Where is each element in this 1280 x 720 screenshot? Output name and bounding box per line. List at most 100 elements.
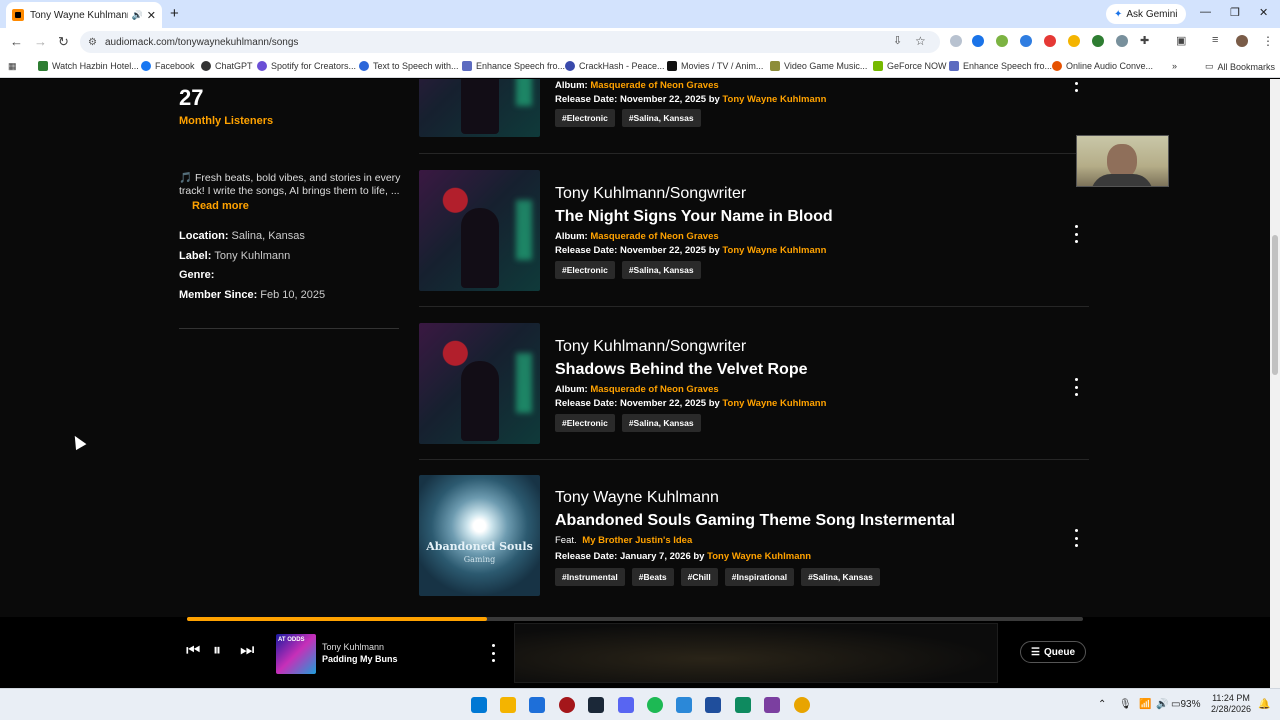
all-bookmarks-button[interactable]: ▭ All Bookmarks <box>1205 61 1275 72</box>
page-scrollbar[interactable] <box>1270 79 1280 688</box>
bookmark-item[interactable]: Video Game Music... <box>770 61 867 71</box>
address-bar[interactable]: ⚙ audiomack.com/tonywaynekuhlmann/songs <box>80 31 940 53</box>
playback-progress-bar[interactable] <box>187 617 1083 621</box>
bookmarks-overflow-icon[interactable]: » <box>1172 61 1177 71</box>
song-menu-icon[interactable] <box>1071 225 1081 243</box>
battery-indicator[interactable]: ▭93% <box>1171 699 1200 710</box>
back-icon[interactable]: ← <box>10 34 23 49</box>
feat-link[interactable]: My Brother Justin's Idea <box>582 535 692 546</box>
extension-shield-icon[interactable] <box>950 35 962 47</box>
now-playing-art[interactable]: AT ODDS <box>276 634 316 674</box>
bookmark-item[interactable]: Enhance Speech fro... <box>949 61 1052 71</box>
bookmark-item[interactable]: Movies / TV / Anim... <box>667 61 763 71</box>
install-app-icon[interactable]: ⇩ <box>893 34 902 47</box>
tag-chip[interactable]: #Electronic <box>555 109 615 127</box>
artist-link[interactable]: Tony Wayne Kuhlmann <box>722 94 826 105</box>
queue-button[interactable]: ☰ Queue <box>1020 641 1087 663</box>
extensions-puzzle-icon[interactable]: ✚ <box>1140 34 1149 47</box>
restore-icon[interactable]: ❐ <box>1230 6 1240 19</box>
scrollbar-thumb[interactable] <box>1272 235 1278 375</box>
microphone-icon[interactable]: 🎙 <box>1119 699 1132 710</box>
tag-chip[interactable]: #Salina, Kansas <box>621 109 701 127</box>
tab-audio-icon[interactable]: 🔊 <box>132 10 143 21</box>
bookmark-item[interactable]: CrackHash - Peace... <box>565 61 665 71</box>
app-red-icon[interactable] <box>559 697 575 713</box>
headphones-icon[interactable] <box>764 697 780 713</box>
previous-track-icon[interactable]: ⏮ <box>186 642 200 660</box>
bookmark-item[interactable]: Text to Speech with... <box>359 61 459 71</box>
album-link[interactable]: Masquerade of Neon Graves <box>590 384 718 395</box>
bookmark-item[interactable]: Facebook <box>141 61 195 71</box>
chrome-icon[interactable] <box>794 697 810 713</box>
song-title[interactable]: Abandoned Souls Gaming Theme Song Inster… <box>555 512 955 530</box>
bookmark-item[interactable]: Watch Hazbin Hotel... <box>38 61 139 71</box>
album-art[interactable] <box>419 323 540 444</box>
tag-chip[interactable]: #Chill <box>680 568 718 586</box>
close-window-icon[interactable]: ✕ <box>1259 6 1268 19</box>
pause-icon[interactable]: ⏸ <box>213 642 221 660</box>
album-art[interactable] <box>419 170 540 291</box>
browser-tab[interactable]: Tony Wayne Kuhlmann - Li 🔊 ✕ <box>6 2 162 28</box>
artist-link[interactable]: Tony Wayne Kuhlmann <box>722 245 826 256</box>
side-panel-icon[interactable]: ▣ <box>1176 34 1186 47</box>
artist-link[interactable]: Tony Wayne Kuhlmann <box>707 551 811 562</box>
song-artist[interactable]: Tony Wayne Kuhlmann <box>555 489 719 507</box>
tab-close-icon[interactable]: ✕ <box>147 9 156 22</box>
app-green-icon[interactable] <box>735 697 751 713</box>
tag-chip[interactable]: #Inspirational <box>724 568 795 586</box>
song-menu-icon[interactable] <box>1071 378 1081 396</box>
album-link[interactable]: Masquerade of Neon Graves <box>590 231 718 242</box>
steam-icon[interactable] <box>588 697 604 713</box>
song-artist[interactable]: Tony Kuhlmann/Songwriter <box>555 338 746 356</box>
extension-download-icon[interactable] <box>1092 35 1104 47</box>
extension-red-icon[interactable] <box>1044 35 1056 47</box>
tag-chip[interactable]: #Instrumental <box>555 568 625 586</box>
bookmark-item[interactable]: Spotify for Creators... <box>257 61 356 71</box>
site-info-icon[interactable]: ⚙ <box>88 37 97 48</box>
bookmark-star-icon[interactable]: ☆ <box>915 34 926 48</box>
song-title[interactable]: The Night Signs Your Name in Blood <box>555 208 833 226</box>
player-menu-icon[interactable] <box>488 644 498 662</box>
bookmark-item[interactable]: Online Audio Conve... <box>1052 61 1153 71</box>
extension-camera-icon[interactable] <box>1020 35 1032 47</box>
song-artist[interactable]: Tony Kuhlmann/Songwriter <box>555 185 746 203</box>
tag-chip[interactable]: #Beats <box>631 568 674 586</box>
minimize-icon[interactable]: — <box>1200 6 1211 18</box>
discord-icon[interactable] <box>618 697 634 713</box>
notifications-icon[interactable]: 🔔 <box>1258 699 1270 710</box>
start-icon[interactable] <box>471 697 487 713</box>
profile-avatar[interactable] <box>1236 35 1248 47</box>
now-playing-title[interactable]: Padding My Buns <box>322 654 398 664</box>
album-link[interactable]: Masquerade of Neon Graves <box>590 80 718 91</box>
tag-chip[interactable]: #Salina, Kansas <box>621 261 701 279</box>
app-editor-icon[interactable] <box>705 697 721 713</box>
store-icon[interactable] <box>529 697 545 713</box>
wifi-icon[interactable]: 📶 <box>1139 699 1151 710</box>
app-blue-icon[interactable] <box>676 697 692 713</box>
tray-overflow-icon[interactable]: ⌃ <box>1098 699 1106 710</box>
album-art[interactable] <box>419 79 540 137</box>
extension-counter-icon[interactable] <box>1116 35 1128 47</box>
file-explorer-icon[interactable] <box>500 697 516 713</box>
now-playing-artist[interactable]: Tony Kuhlmann <box>322 642 384 652</box>
system-clock[interactable]: 11:24 PM 2/28/2026 <box>1206 693 1256 715</box>
extension-green-icon[interactable] <box>996 35 1008 47</box>
reload-icon[interactable]: ↻ <box>58 34 69 50</box>
bookmark-item[interactable]: ChatGPT <box>201 61 253 71</box>
tag-chip[interactable]: #Electronic <box>555 261 615 279</box>
tag-chip[interactable]: #Salina, Kansas <box>621 414 701 432</box>
song-title[interactable]: Shadows Behind the Velvet Rope <box>555 361 808 379</box>
tag-chip[interactable]: #Electronic <box>555 414 615 432</box>
tab-search-icon[interactable]: ≡ <box>1212 34 1218 46</box>
bookmark-item[interactable]: Enhance Speech fro... <box>462 61 565 71</box>
tag-chip[interactable]: #Salina, Kansas <box>801 568 880 586</box>
extension-chrome-icon[interactable] <box>1068 35 1080 47</box>
read-more-link[interactable]: Read more <box>192 200 249 212</box>
song-menu-icon[interactable] <box>1071 79 1081 92</box>
volume-icon[interactable]: 🔊 <box>1156 699 1168 710</box>
artist-link[interactable]: Tony Wayne Kuhlmann <box>722 398 826 409</box>
extension-blue-icon[interactable] <box>972 35 984 47</box>
spotify-icon[interactable] <box>647 697 663 713</box>
ask-gemini-button[interactable]: ✦ Ask Gemini <box>1106 4 1186 24</box>
next-track-icon[interactable]: ⏭ <box>240 642 254 660</box>
